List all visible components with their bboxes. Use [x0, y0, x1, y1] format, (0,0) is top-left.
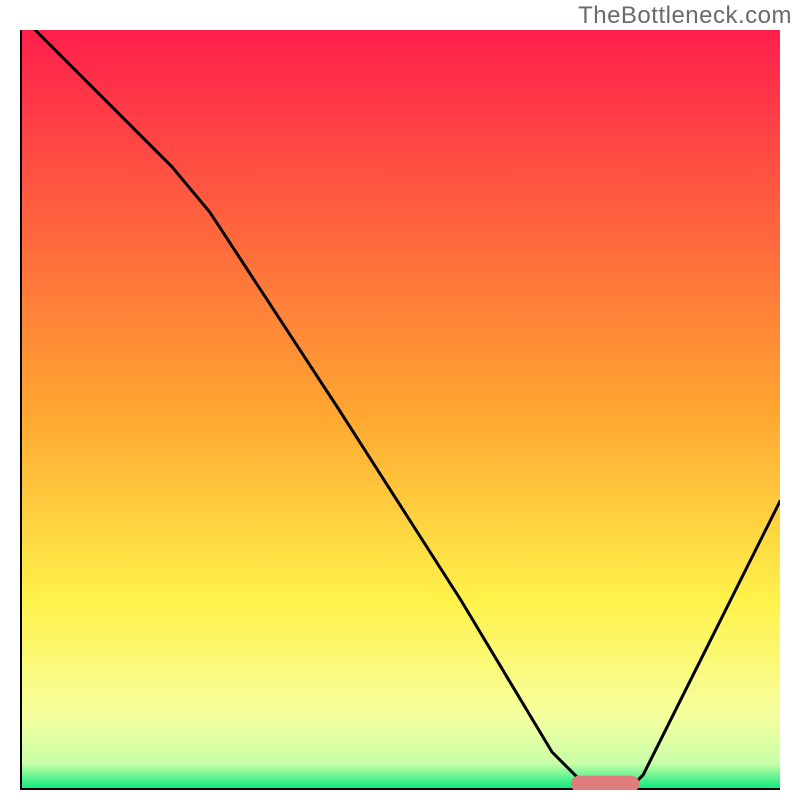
plot-area — [20, 30, 780, 790]
attribution-label: TheBottleneck.com — [578, 2, 792, 30]
gradient-background — [20, 30, 780, 790]
minimum-marker — [571, 776, 639, 790]
chart-svg — [20, 30, 780, 790]
chart-frame: TheBottleneck.com — [0, 0, 800, 800]
